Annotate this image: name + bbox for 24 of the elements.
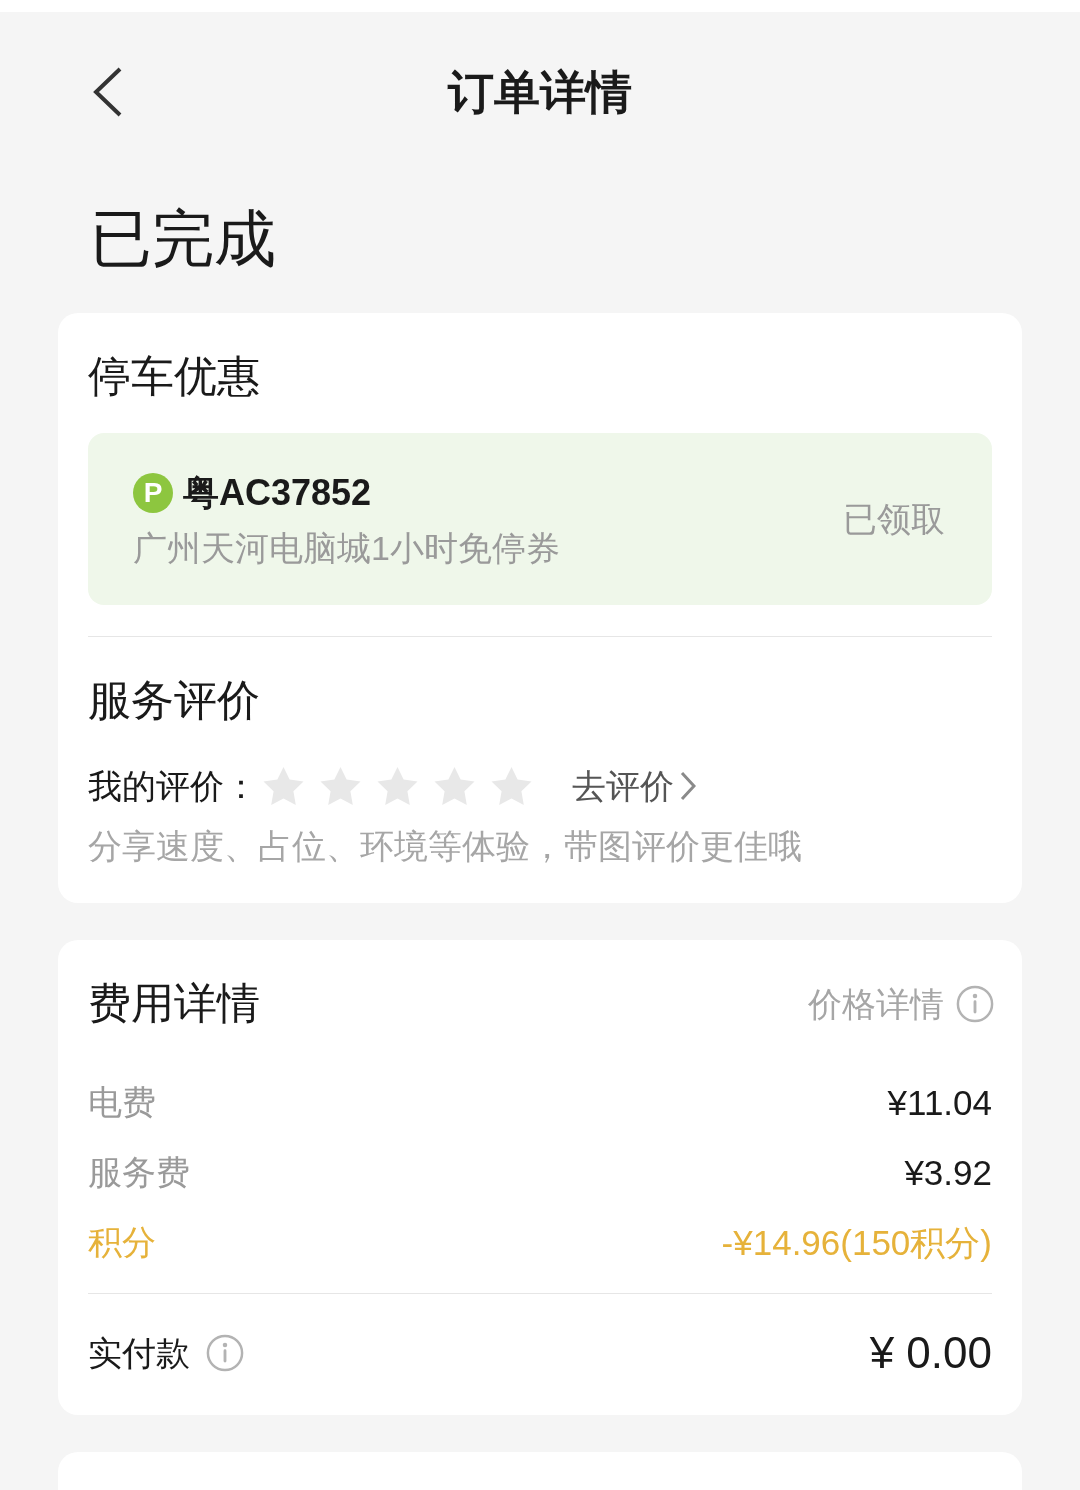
- fee-label: 服务费: [88, 1155, 190, 1189]
- rating-label: 我的评价：: [88, 769, 258, 803]
- fee-amount: -¥14.96(150积分): [721, 1224, 992, 1260]
- coupon-status: 已领取: [843, 502, 945, 536]
- chevron-right-icon: [680, 771, 696, 801]
- section-title: 服务评价: [88, 679, 261, 722]
- section-title: 费用详情: [88, 982, 260, 1025]
- fee-label: 电费: [88, 1085, 156, 1119]
- rate-link[interactable]: 去评价: [572, 769, 696, 803]
- info-icon: [956, 984, 994, 1023]
- fee-amount: ¥11.04: [887, 1084, 992, 1120]
- coupon-description: 广州天河电脑城1小时免停券: [133, 531, 560, 565]
- fee-label: 积分: [88, 1225, 156, 1259]
- total-label: 实付款: [88, 1336, 190, 1370]
- parking-badge: P: [133, 473, 173, 513]
- order-status: 已完成: [90, 208, 277, 272]
- back-icon[interactable]: [92, 67, 122, 117]
- section-title: 停车优惠: [88, 355, 261, 398]
- total-amount: ¥ 0.00: [869, 1331, 992, 1375]
- fee-amount: ¥3.92: [904, 1154, 992, 1190]
- review-hint: 分享速度、占位、环境等体验，带图评价更佳哦: [88, 829, 803, 863]
- info-icon: [206, 1334, 244, 1372]
- page-title: 订单详情: [448, 69, 632, 115]
- license-plate: 粤AC37852: [183, 475, 372, 511]
